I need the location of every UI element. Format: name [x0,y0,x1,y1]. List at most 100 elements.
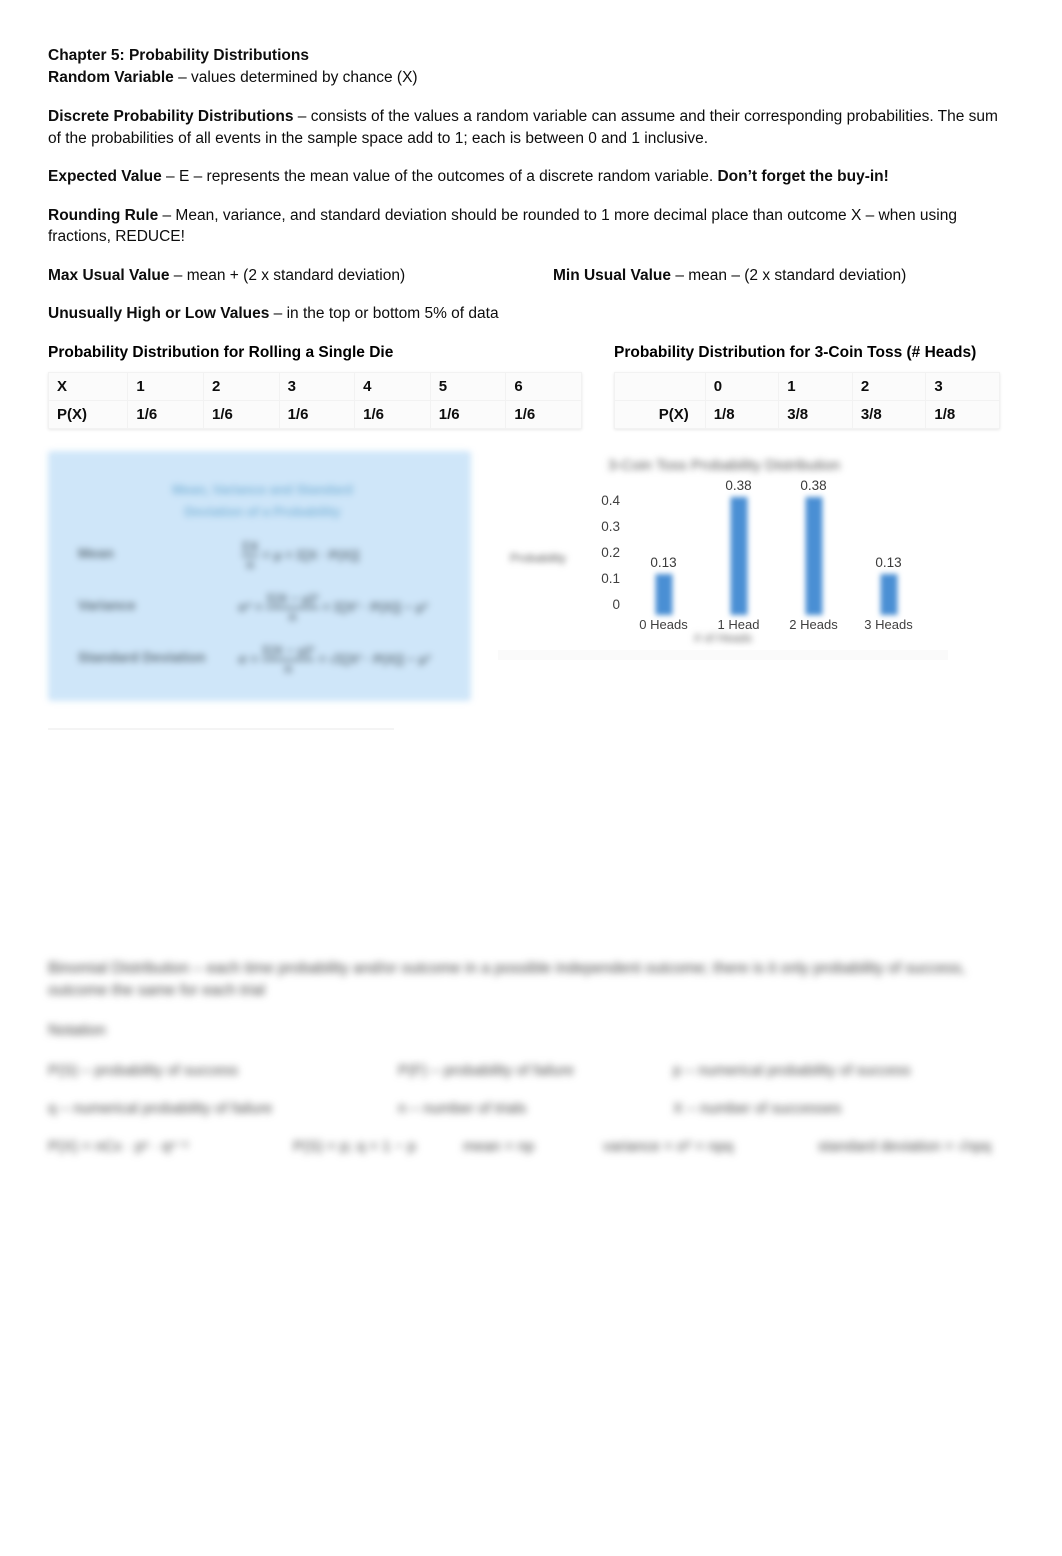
die-x-5: 5 [429,371,507,401]
blurred-notation-label: Notation [48,1022,106,1039]
formula-fraction: Σ(X − μ)² n [266,590,319,624]
chart-bar [730,496,747,615]
x-tick-label: 3 Heads [864,616,913,632]
coin-x-3: 3 [925,371,1000,401]
formula-row-standard-deviation-expression: σ = Σ(X − μ)² n = √Σ[X² · P(X)] − μ² [238,642,431,676]
blurred-notation-cell: n – number of trials [398,1100,527,1117]
blurred-notation-cell: p – numerical probability of success [673,1062,911,1079]
document-body: Chapter 5: Probability Distributions Ran… [47,45,1014,701]
coin-toss-bar-chart: 3-Coin Toss Probability Distribution Pro… [498,450,948,676]
y-tick-label: 0.4 [601,492,620,508]
blurred-notation-row: q – numerical probability of failure n –… [48,1098,1008,1120]
coin-distribution-table: 0 1 2 3 P(X) 1/8 3/8 3/8 1/8 [614,371,1000,429]
coin-x-1: 1 [778,371,853,401]
formula-row-variance: Variance σ² = Σ(X − μ)² n = Σ[X² · P(X)] − … [48,591,471,631]
formula-row-standard-deviation: Standard Deviation σ = Σ(X − μ)² n = √Σ[X² … [48,643,471,683]
die-p-4: 1/6 [354,399,431,429]
chart-bar-column: 0.13 [851,491,926,615]
chart-bar-column: 0.13 [626,491,701,615]
definition-expected-value-body: – E – represents the mean value of the o… [161,168,718,185]
table-row: X 1 2 3 4 5 6 [47,371,582,401]
chart-title: 3-Coin Toss Probability Distribution [607,456,841,474]
blurred-notation-cell: X – number of successes [673,1100,842,1117]
document-page: Chapter 5: Probability Distributions Ran… [0,0,1062,1556]
definition-expected-value-emphasis: Don’t forget the buy-in! [717,168,889,185]
chart-bar-value-label: 0.38 [725,477,752,493]
chart-bar-value-label: 0.38 [800,477,827,493]
blurred-formula-row: P(X) = nCx · pˣ · qⁿ⁻ˣ P(S) = p; q = 1 −… [48,1136,1008,1158]
blurred-notation-cell: P(F) – probability of failure [398,1062,574,1079]
chart-y-axis-ticks: 0.4 0.3 0.2 0.1 0 [586,491,620,621]
formula-card-title: Mean, Variance and Standard Deviation of… [140,479,385,523]
definition-unusual-values: Unusually High or Low Values – in the to… [48,303,1014,325]
formula-fraction: Σ(X − μ)² n [262,642,315,676]
formula-card-title-line1: Mean, Variance and Standard [172,481,353,497]
blurred-formula-cell: variance = σ² = npq [603,1138,734,1155]
min-usual-value: Min Usual Value – mean – (2 x standard d… [553,265,1014,287]
min-usual-value-body: – mean – (2 x standard deviation) [671,266,907,284]
coin-row-label-x [614,371,706,401]
chart-figure-wrapper: 3-Coin Toss Probability Distribution Pro… [498,450,1014,676]
formula-row-variance-expression: σ² = Σ(X − μ)² n = Σ[X² · P(X)] − μ² [238,590,428,624]
definition-unusual-values-body: – in the top or bottom 5% of data [269,305,499,322]
definition-discrete: Discrete Probability Distributions – con… [48,106,1014,149]
x-tick-label: 2 Heads [789,616,838,632]
max-usual-value-term: Max Usual Value [48,266,170,284]
die-row-label-px: P(X) [47,399,129,429]
table-captions-row: Probability Distribution for Rolling a S… [48,342,1014,363]
chart-bar-column: 0.38 [776,478,851,615]
page-title: Chapter 5: Probability Distributions [48,47,309,64]
formula-fraction: ΣX n [242,538,259,572]
random-variable-definition: – values determined by chance (X) [173,68,418,86]
y-tick-label: 0.1 [601,570,620,586]
coin-p-3: 1/8 [925,399,1000,429]
min-usual-value-term: Min Usual Value [553,266,672,284]
blurred-binomial-section: Binomial Distribution – each time probab… [48,958,1008,1158]
y-tick-label: 0.2 [601,544,620,560]
formula-card-image: Mean, Variance and Standard Deviation of… [48,450,471,701]
blurred-paragraph: Binomial Distribution – each time probab… [48,960,966,999]
chart-bar [655,574,672,615]
definition-rounding-rule-body: – Mean, variance, and standard deviation… [48,206,957,246]
caption-die-table: Probability Distribution for Rolling a S… [48,343,394,361]
die-x-4: 4 [354,371,431,401]
table-row: P(X) 1/6 1/6 1/6 1/6 1/6 1/6 [47,399,582,429]
formula-row-mean-label: Mean [78,544,114,561]
die-x-3: 3 [278,371,356,401]
coin-x-2: 2 [851,371,927,401]
chart-bar-value-label: 0.13 [650,555,677,571]
formula-card-title-line2: Deviation of a Probability [184,503,341,519]
definition-rounding-rule-term: Rounding Rule [48,206,159,224]
die-x-6: 6 [505,371,582,401]
coin-row-label-px: P(X) [614,399,706,429]
max-usual-value: Max Usual Value – mean + (2 x standard d… [48,265,553,287]
formula-row-variance-label: Variance [78,596,136,613]
die-table-wrapper: X 1 2 3 4 5 6 P(X) 1/6 1/6 1/6 1/6 1/6 1… [47,371,614,429]
definition-rounding-rule: Rounding Rule – Mean, variance, and stan… [48,205,1014,248]
chart-bar-column: 0.38 [701,478,776,615]
random-variable-line: Random Variable – values determined by c… [48,67,1014,89]
coin-p-2: 3/8 [851,399,927,429]
definition-expected-value: Expected Value – E – represents the mean… [48,166,1014,188]
coin-table-wrapper: 0 1 2 3 P(X) 1/8 3/8 3/8 1/8 [614,371,1014,429]
caption-coin-table: Probability Distribution for 3-Coin Toss… [614,343,977,361]
table-row: 0 1 2 3 [614,371,1000,401]
figures-row: Mean, Variance and Standard Deviation of… [48,450,1014,701]
definition-discrete-term: Discrete Probability Distributions [48,108,294,125]
chart-bar [880,574,897,615]
die-distribution-table: X 1 2 3 4 5 6 P(X) 1/6 1/6 1/6 1/6 1/6 1… [47,371,582,429]
random-variable-term: Random Variable [48,68,174,86]
formula-figure-wrapper: Mean, Variance and Standard Deviation of… [48,450,498,701]
chart-bar [805,496,822,615]
max-usual-value-body: – mean + (2 x standard deviation) [169,266,406,284]
die-p-5: 1/6 [429,399,507,429]
blurred-formula-cell: P(S) = p; q = 1 − p [293,1138,416,1155]
coin-p-1: 3/8 [778,399,853,429]
coin-x-0: 0 [704,371,780,401]
chart-x-axis-ticks: 0 Heads 1 Head 2 Heads 3 Heads [626,617,926,637]
usual-value-row: Max Usual Value – mean + (2 x standard d… [48,265,1014,287]
tables-row: X 1 2 3 4 5 6 P(X) 1/6 1/6 1/6 1/6 1/6 1… [47,371,1014,429]
chart-y-axis-label: Probability [510,550,567,565]
heading-block: Chapter 5: Probability Distributions Ran… [48,45,1014,88]
table-row: P(X) 1/8 3/8 3/8 1/8 [614,399,1000,429]
